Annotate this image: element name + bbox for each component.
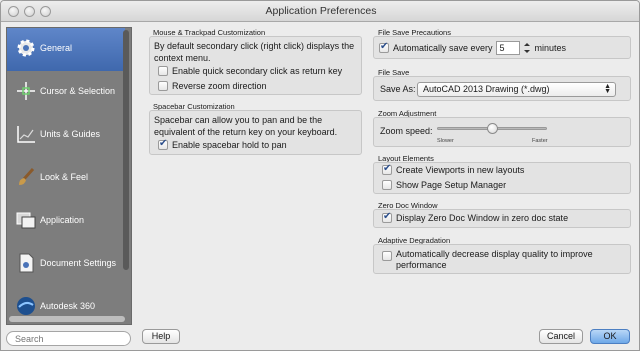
sidebar-item-label: Look & Feel <box>40 172 89 182</box>
save-as-selected-value: AutoCAD 2013 Drawing (*.dwg) <box>423 84 550 94</box>
sidebar-item-label: Units & Guides <box>40 129 101 139</box>
search-input[interactable] <box>6 331 131 346</box>
mouse-section: By default secondary click (right click)… <box>149 36 362 95</box>
zoom-speed-slider-knob[interactable] <box>486 123 498 134</box>
spacebar-section: Spacebar can allow you to pan and be the… <box>149 110 362 155</box>
window-title: Application Preferences <box>265 5 377 17</box>
file-save-precautions-section: Automatically save every 5 minutes <box>373 36 631 59</box>
autosave-option: Automatically save every 5 minutes <box>379 41 566 55</box>
quick-secondary-click-option[interactable]: Enable quick secondary click as return k… <box>158 66 342 76</box>
adaptive-degradation-checkbox[interactable] <box>382 251 392 261</box>
windows-icon <box>16 212 36 229</box>
option-label: Enable quick secondary click as return k… <box>172 66 343 76</box>
autodesk-360-icon <box>17 297 35 315</box>
sidebar-vertical-scrollbar[interactable] <box>123 30 129 270</box>
ok-button[interactable]: OK <box>590 329 630 344</box>
save-as-select[interactable]: AutoCAD 2013 Drawing (*.dwg) ▲ ▼ <box>417 82 616 97</box>
sidebar-item-label: General <box>40 43 73 53</box>
paintbrush-icon <box>19 167 35 185</box>
sidebar-item-general[interactable]: General <box>7 28 125 71</box>
zoom-adjustment-section: Zoom speed: Slower Faster <box>373 117 631 147</box>
sidebar-item-application[interactable]: Application <box>7 200 125 243</box>
zero-doc-section: Display Zero Doc Window in zero doc stat… <box>373 209 631 228</box>
save-as-label: Save As: <box>380 84 416 94</box>
zero-doc-checkbox[interactable] <box>382 211 392 223</box>
autosave-stepper[interactable] <box>523 41 530 55</box>
option-label: Create Viewports in new layouts <box>396 165 525 175</box>
option-label: Show Page Setup Manager <box>396 180 507 190</box>
spacebar-pan-option[interactable]: Enable spacebar hold to pan <box>158 138 287 150</box>
preferences-window: Application Preferences General Cursor &… <box>0 0 640 351</box>
cancel-button[interactable]: Cancel <box>539 329 583 344</box>
option-label: Display Zero Doc Window in zero doc stat… <box>396 213 569 223</box>
zoom-faster-label: Faster <box>532 138 548 144</box>
option-label: Automatically decrease display quality t… <box>396 249 593 270</box>
page-setup-manager-option[interactable]: Show Page Setup Manager <box>382 180 506 190</box>
quick-secondary-click-checkbox[interactable] <box>158 66 168 76</box>
help-button[interactable]: Help <box>142 329 180 344</box>
option-label: Enable spacebar hold to pan <box>172 140 287 150</box>
sidebar-item-cursor-selection[interactable]: Cursor & Selection <box>7 71 125 114</box>
reverse-zoom-option[interactable]: Reverse zoom direction <box>158 81 267 91</box>
sidebar-item-label: Application <box>40 215 85 225</box>
sidebar-item-look-feel[interactable]: Look & Feel <box>7 157 125 200</box>
create-viewports-checkbox[interactable] <box>382 163 392 175</box>
mouse-description: By default secondary click (right click)… <box>154 41 355 63</box>
autosave-label: Automatically save every <box>393 43 493 53</box>
autosave-minutes-field[interactable]: 5 <box>495 41 520 55</box>
layout-elements-section: Create Viewports in new layouts Show Pag… <box>373 162 631 194</box>
spacebar-description: Spacebar can allow you to pan and be the… <box>154 115 338 137</box>
crosshair-icon <box>17 82 35 100</box>
sidebar-item-units-guides[interactable]: Units & Guides <box>7 114 125 157</box>
zoom-slower-label: Slower <box>437 138 454 144</box>
file-save-section: Save As: AutoCAD 2013 Drawing (*.dwg) ▲ ▼ <box>373 76 631 101</box>
adaptive-degradation-option[interactable]: Automatically decrease display quality t… <box>382 249 616 271</box>
select-arrows-icon: ▲ ▼ <box>604 83 611 95</box>
document-icon <box>19 253 34 273</box>
adaptive-degradation-section: Automatically decrease display quality t… <box>373 244 631 274</box>
sidebar-item-label: Cursor & Selection <box>40 86 116 96</box>
title-bar: Application Preferences <box>1 1 639 22</box>
create-viewports-option[interactable]: Create Viewports in new layouts <box>382 163 525 175</box>
sidebar-item-label: Document Settings <box>40 258 117 268</box>
category-sidebar[interactable]: General Cursor & Selection Units & Guide… <box>6 27 132 325</box>
reverse-zoom-checkbox[interactable] <box>158 81 168 91</box>
autosave-unit-label: minutes <box>534 43 567 53</box>
ruler-chart-icon <box>17 126 35 143</box>
option-label: Reverse zoom direction <box>172 81 267 91</box>
sidebar-horizontal-scrollbar[interactable] <box>9 316 125 322</box>
zero-doc-option[interactable]: Display Zero Doc Window in zero doc stat… <box>382 211 569 223</box>
sidebar-item-document-settings[interactable]: Document Settings <box>7 243 125 286</box>
gear-icon <box>17 39 35 57</box>
sidebar-item-label: Autodesk 360 <box>40 301 96 311</box>
zoom-speed-label: Zoom speed: <box>380 126 433 136</box>
autosave-checkbox[interactable] <box>379 41 389 53</box>
page-setup-manager-checkbox[interactable] <box>382 180 392 190</box>
spacebar-pan-checkbox[interactable] <box>158 138 168 150</box>
